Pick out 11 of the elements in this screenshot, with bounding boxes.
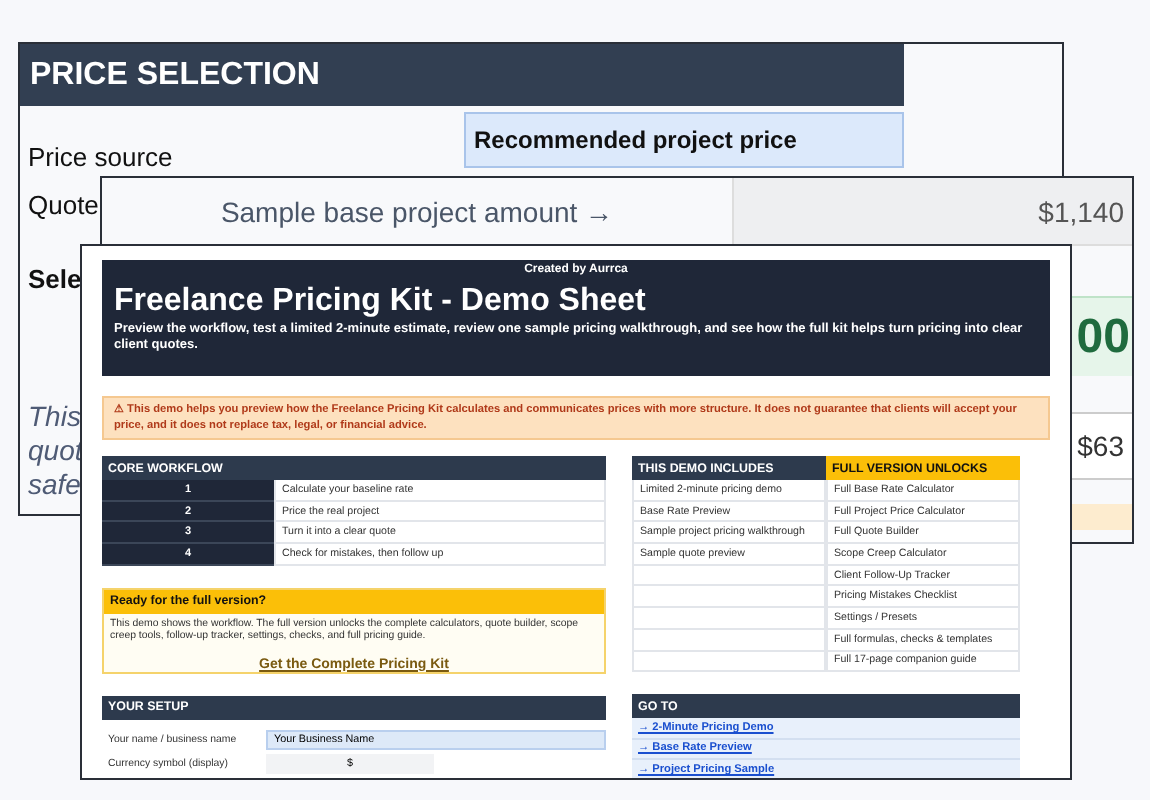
amount-label: Sample base project amount →: [218, 193, 616, 232]
row-label: Sele: [26, 266, 82, 294]
sheet-title: Freelance Pricing Kit - Demo Sheet: [114, 282, 648, 322]
dropdown-field[interactable]: Recommended project price: [464, 111, 904, 167]
row-label: Price source: [26, 144, 173, 172]
note-text: This: [28, 400, 81, 434]
amount-cell: $1,140: [732, 178, 1132, 244]
note-text: safe: [28, 468, 81, 502]
sheet-header: PRICE SELECTION: [20, 44, 904, 106]
note-text: quot: [28, 434, 83, 468]
row-label: Quote: [26, 192, 99, 220]
